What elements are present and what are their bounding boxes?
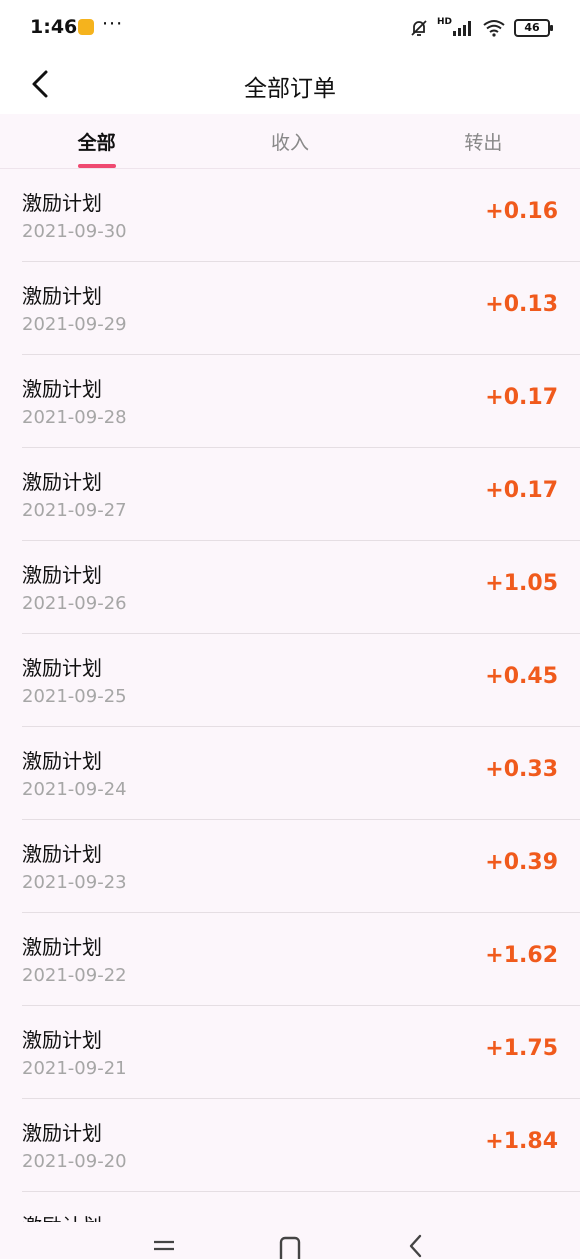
order-amount: +0.17	[485, 478, 558, 503]
tab-transfer-out-label: 转出	[464, 132, 503, 154]
hd-label: HD	[436, 17, 452, 27]
order-amount: +0.17	[485, 385, 558, 410]
cellular-signal-icon	[453, 21, 471, 36]
more-notifications-icon: ···	[102, 13, 124, 35]
menu-icon[interactable]	[144, 1234, 184, 1259]
order-row[interactable]: 激励计划 2021-09-25 +0.45	[22, 634, 580, 727]
order-amount: +0.39	[485, 850, 558, 875]
tab-all[interactable]: 全部	[0, 114, 193, 168]
notification-app-icon	[78, 19, 94, 35]
order-date: 2021-09-29	[22, 314, 127, 335]
order-amount: +0.33	[485, 757, 558, 782]
order-amount: +1.84	[485, 1129, 558, 1154]
order-title: 激励计划	[22, 935, 102, 959]
order-title: 激励计划	[22, 656, 102, 680]
active-tab-indicator	[77, 164, 116, 168]
order-tabs: 全部 收入 转出	[0, 114, 580, 169]
order-date: 2021-09-26	[22, 593, 127, 614]
wifi-icon	[483, 20, 505, 37]
battery-icon: 46	[514, 19, 553, 37]
app-header: 全部订单	[0, 56, 580, 114]
order-row[interactable]: 激励计划 2021-09-21 +1.75	[22, 1006, 580, 1099]
order-row[interactable]: 激励计划	[22, 1192, 580, 1222]
order-title: 激励计划	[22, 470, 102, 494]
status-time: 1:46	[30, 16, 78, 38]
mute-bell-icon	[411, 20, 427, 36]
status-icons: HD 46	[409, 17, 553, 39]
order-title: 激励计划	[22, 284, 102, 308]
order-title: 激励计划	[22, 1210, 102, 1222]
order-row[interactable]: 激励计划 2021-09-20 +1.84	[22, 1099, 580, 1192]
order-row[interactable]: 激励计划 2021-09-22 +1.62	[22, 913, 580, 1006]
order-date: 2021-09-24	[22, 779, 127, 800]
order-title: 激励计划	[22, 1121, 102, 1145]
page-title: 全部订单	[244, 76, 336, 102]
order-date: 2021-09-25	[22, 686, 127, 707]
tab-transfer-out[interactable]: 转出	[387, 114, 580, 168]
order-row[interactable]: 激励计划 2021-09-28 +0.17	[22, 355, 580, 448]
order-title: 激励计划	[22, 842, 102, 866]
order-row[interactable]: 激励计划 2021-09-24 +0.33	[22, 727, 580, 820]
order-date: 2021-09-22	[22, 965, 127, 986]
order-date: 2021-09-20	[22, 1151, 127, 1172]
order-amount: +1.62	[485, 943, 558, 968]
order-row[interactable]: 激励计划 2021-09-26 +1.05	[22, 541, 580, 634]
order-list[interactable]: 激励计划 2021-09-30 +0.16 激励计划 2021-09-29 +0…	[0, 169, 580, 1222]
home-icon[interactable]	[270, 1234, 310, 1259]
order-date: 2021-09-21	[22, 1058, 127, 1079]
order-row[interactable]: 激励计划 2021-09-27 +0.17	[22, 448, 580, 541]
order-amount: +1.05	[485, 571, 558, 596]
order-row[interactable]: 激励计划 2021-09-30 +0.16	[22, 169, 580, 262]
tab-income[interactable]: 收入	[193, 114, 386, 168]
order-title: 激励计划	[22, 1028, 102, 1052]
status-bar: 1:46 ··· HD 46	[0, 0, 580, 56]
order-amount: +0.45	[485, 664, 558, 689]
tab-income-label: 收入	[270, 132, 309, 154]
order-date: 2021-09-27	[22, 500, 127, 521]
order-row[interactable]: 激励计划 2021-09-23 +0.39	[22, 820, 580, 913]
order-title: 激励计划	[22, 563, 102, 587]
order-title: 激励计划	[22, 377, 102, 401]
system-nav-bar	[0, 1222, 580, 1259]
order-row[interactable]: 激励计划 2021-09-29 +0.13	[22, 262, 580, 355]
order-date: 2021-09-23	[22, 872, 127, 893]
order-date: 2021-09-28	[22, 407, 127, 428]
tab-all-label: 全部	[77, 132, 116, 154]
order-date: 2021-09-30	[22, 221, 127, 242]
order-title: 激励计划	[22, 749, 102, 773]
order-amount: +1.75	[485, 1036, 558, 1061]
order-title: 激励计划	[22, 191, 102, 215]
order-amount: +0.13	[485, 292, 558, 317]
back-icon[interactable]	[396, 1234, 436, 1259]
order-amount: +0.16	[485, 199, 558, 224]
